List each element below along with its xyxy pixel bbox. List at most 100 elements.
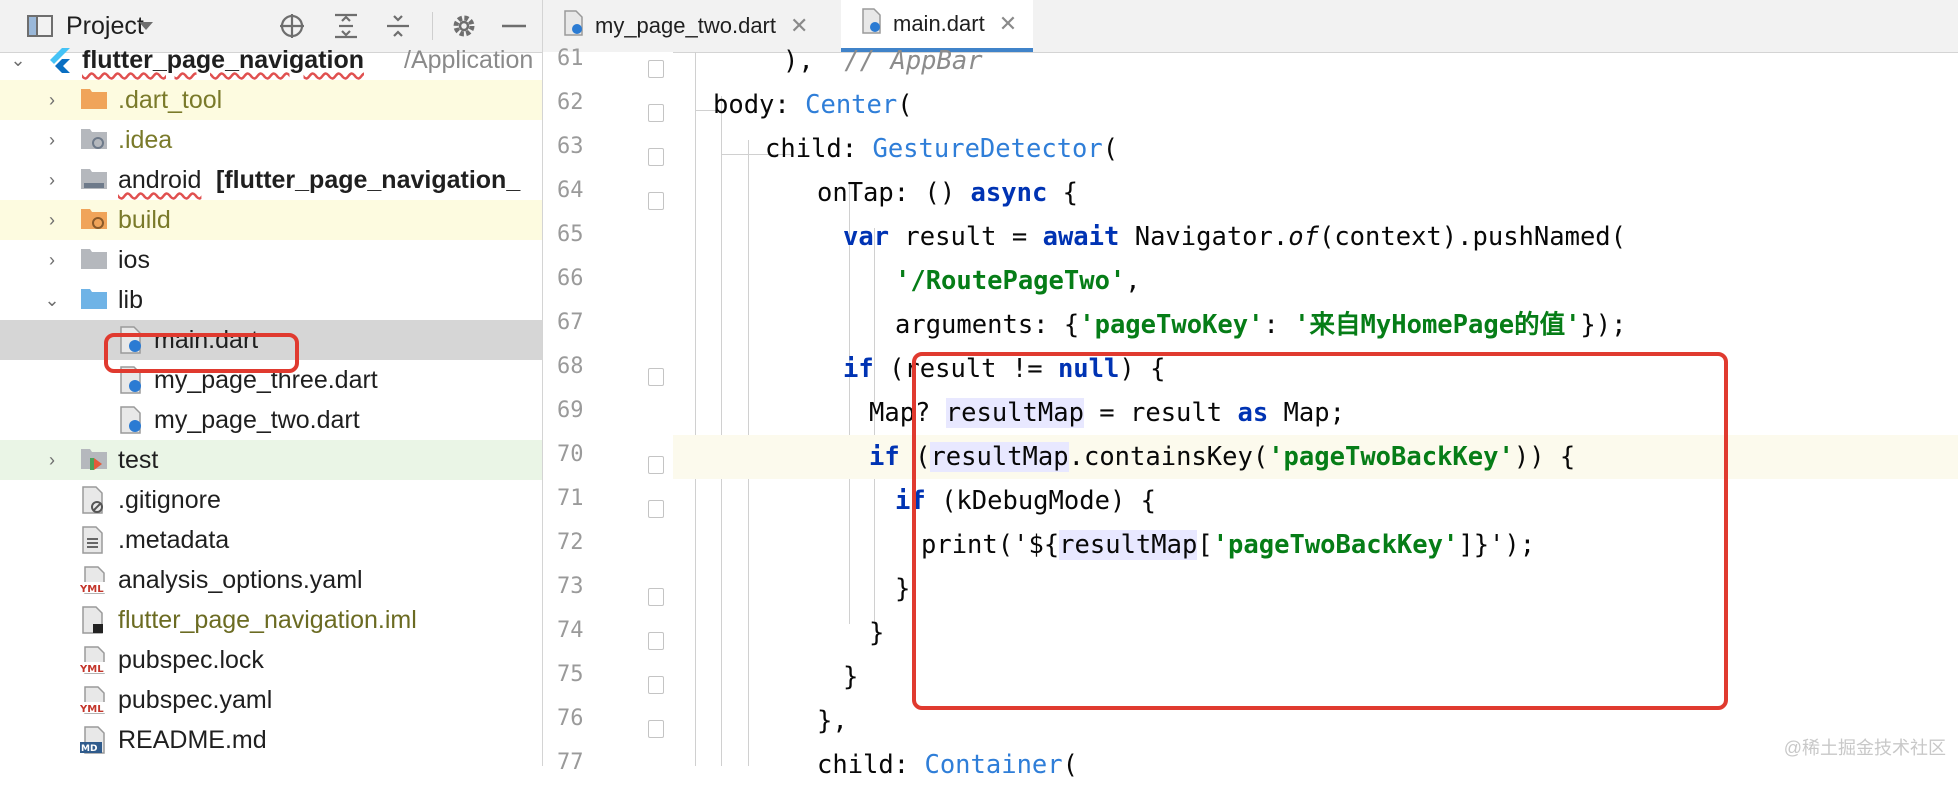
line-number: 70 [557,442,584,467]
fold-marker-icon[interactable] [648,676,664,694]
tree-item-label: flutter_page_navigation.iml [118,606,417,634]
folder-settings-icon [80,126,108,154]
code-token: { [1047,178,1079,208]
line-number: 63 [557,134,584,159]
tree-item-metadata[interactable]: .metadata [0,520,542,560]
project-view-icon[interactable] [24,10,56,42]
code-token: body: [713,90,806,120]
code-string: '/RoutePageTwo' [895,266,1126,296]
code-keyword: if [843,354,874,384]
fold-marker-icon[interactable] [648,720,664,738]
code-token: onTap: () [817,178,971,208]
folder-excluded-icon [80,206,108,234]
line-number: 66 [557,266,584,291]
svg-text:YML: YML [80,664,104,674]
tree-item-idea[interactable]: › .idea [0,120,542,160]
tree-item-gitignore[interactable]: .gitignore [0,480,542,520]
folder-icon [80,86,108,114]
gear-icon[interactable] [448,10,480,42]
tree-item-pubspec-yaml[interactable]: YML pubspec.yaml [0,680,542,720]
tree-item-ios[interactable]: › ios [0,240,542,280]
svg-text:MD: MD [81,744,97,754]
tree-item-lib[interactable]: ⌄ lib [0,280,542,320]
ignore-file-icon [80,486,108,514]
dart-file-icon [861,8,883,40]
line-number: 69 [557,398,584,423]
fold-marker-icon[interactable] [648,60,664,78]
fold-marker-icon[interactable] [648,588,664,606]
fold-marker-icon[interactable] [648,192,664,210]
tree-item-label: pubspec.yaml [118,686,273,714]
code-token: }); [1580,310,1627,340]
tab-label: main.dart [893,11,985,36]
chevron-right-icon[interactable]: › [42,168,62,192]
code-token: ( [897,90,913,120]
tree-item-path: /Application [404,46,534,74]
chevron-right-icon[interactable]: › [42,248,62,272]
tree-item-root[interactable]: ⌄ flutter_page_navigation /Application [0,40,542,80]
fold-marker-icon[interactable] [648,368,664,386]
line-number: 62 [557,90,584,115]
code-token: } [895,574,911,604]
module-file-icon [80,606,108,634]
tree-item-label: .idea [118,126,173,154]
annotation-box-main-dart [104,333,299,373]
line-number: 65 [557,222,584,247]
code-token: } [869,618,885,648]
fold-marker-icon[interactable] [648,456,664,474]
chevron-down-icon[interactable]: ⌄ [42,288,62,312]
tree-item-label: flutter_page_navigation [82,46,364,74]
tree-item-label: my_page_two.dart [154,406,360,434]
chevron-right-icon[interactable]: › [42,208,62,232]
tree-item-android[interactable]: › android [flutter_page_navigation_ [0,160,542,200]
dart-file-icon [563,10,585,42]
locate-file-icon[interactable] [276,10,308,42]
chevron-right-icon[interactable]: › [42,448,62,472]
close-icon[interactable]: ✕ [999,11,1017,37]
code-line-64: onTap: () async { [673,171,1958,215]
code-token: result = [889,222,1043,252]
line-number: 77 [557,750,584,775]
fold-marker-icon[interactable] [648,500,664,518]
fold-marker-icon[interactable] [648,148,664,166]
tree-item-label: lib [118,286,144,314]
folder-icon [80,246,108,274]
code-token: child: [817,750,925,780]
yaml-file-icon: YML [79,566,110,595]
line-number: 73 [557,574,584,599]
fold-marker-icon[interactable] [648,632,664,650]
code-line-65: var result = await Navigator.of(context)… [673,215,1958,259]
collapse-all-icon[interactable] [382,10,414,42]
tree-item-readme[interactable]: MD README.md [0,720,542,760]
svg-text:YML: YML [80,584,104,594]
expand-all-icon[interactable] [330,10,362,42]
tree-item-pubspec-lock[interactable]: YML pubspec.lock [0,640,542,680]
tree-item-test[interactable]: › test [0,440,542,480]
code-token: of [1288,222,1319,252]
tree-item-analysis-options[interactable]: YML analysis_options.yaml [0,560,542,600]
line-number: 64 [557,178,584,203]
close-icon[interactable]: ✕ [790,13,808,39]
line-number: 75 [557,662,584,687]
line-number: 61 [557,46,584,71]
code-string: '来自MyHomePage的值' [1294,310,1581,340]
yaml-file-icon: YML [79,686,110,715]
tree-item-dart-tool[interactable]: › .dart_tool [0,80,542,120]
tree-item-build[interactable]: › build [0,200,542,240]
code-token: ), [783,46,845,76]
tree-item-iml[interactable]: flutter_page_navigation.iml [0,600,542,640]
code-keyword: if [869,442,900,472]
chevron-down-icon[interactable] [130,10,162,42]
chevron-right-icon[interactable]: › [42,128,62,152]
code-line-63: child: GestureDetector( [673,127,1958,171]
tree-item-module-name: [flutter_page_navigation_ [216,166,521,194]
chevron-down-icon[interactable]: ⌄ [8,48,28,72]
fold-marker-icon[interactable] [648,104,664,122]
chevron-right-icon[interactable]: › [42,88,62,112]
minimize-icon[interactable] [498,10,530,42]
dart-file-icon [118,406,146,434]
tree-item-my-page-two[interactable]: my_page_two.dart [0,400,542,440]
tree-item-label: analysis_options.yaml [118,566,363,594]
code-comment: // AppBar [844,46,983,76]
tree-item-label: test [118,446,159,474]
